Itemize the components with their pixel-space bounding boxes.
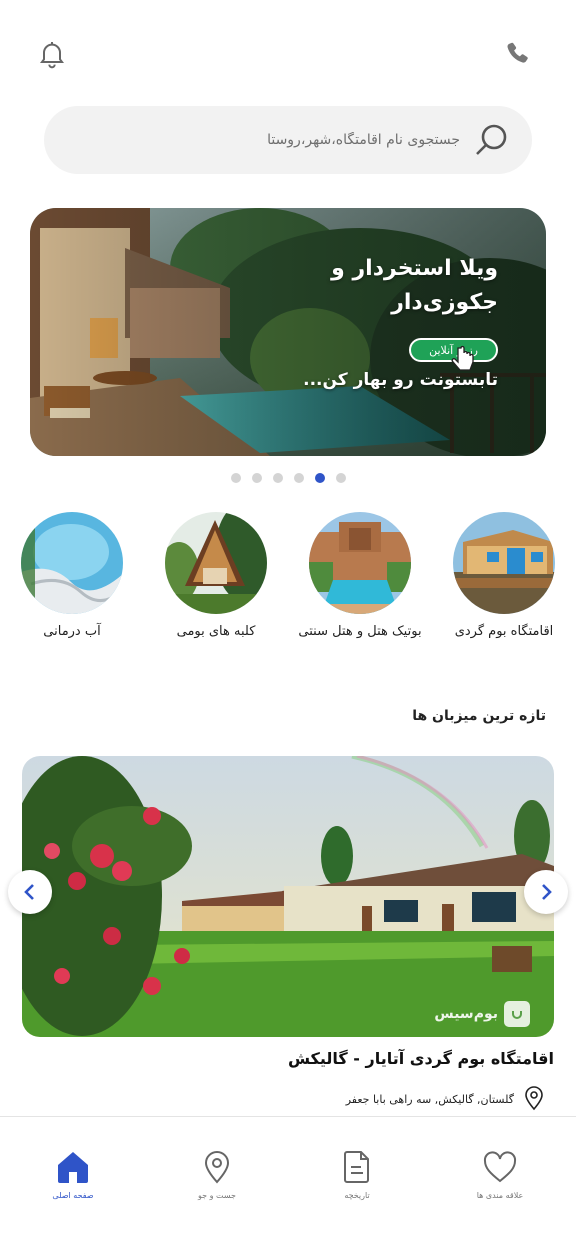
bottom-navigation: صفحه اصلی جست و جو تاریخچه علاقه مندی ها [0,1116,576,1233]
pager-dot[interactable] [293,473,304,483]
section-title: تازه ترین میزبان ها [412,708,546,724]
heart-icon [480,1147,520,1187]
category-label: آب درمانی [43,624,101,639]
host-photo [22,756,554,1037]
category-label: بوتیک هتل و هتل سنتی [298,624,422,639]
category-label: اقامتگاه بوم گردی [454,624,554,639]
nav-history-label: تاریخچه [344,1191,370,1200]
search-icon[interactable] [470,118,514,162]
category-eco-lodge[interactable]: اقامتگاه بوم گردی [434,512,574,639]
nav-home-label: صفحه اصلی [52,1191,94,1200]
category-hydrotherapy[interactable]: آب درمانی [2,512,142,639]
watermark-logo-icon [504,1001,530,1027]
banner-title: ویلا استخردار و جکوزی‌دار [331,256,498,315]
promo-banner[interactable]: ویلا استخردار و جکوزی‌دار رزرو آنلاین تا… [30,208,546,456]
phone-icon[interactable] [496,32,540,76]
search-bar[interactable] [44,106,532,174]
pager-dot-active[interactable] [314,473,325,483]
category-image [165,512,267,614]
host-location-text: گلستان, گالیکش, سه راهی بابا جعفر [345,1093,514,1106]
document-icon [337,1147,377,1187]
nav-search-label: جست و جو [198,1191,236,1200]
category-boutique-hotel[interactable]: بوتیک هتل و هتل سنتی [290,512,430,639]
pointer-hand-icon [450,344,476,374]
pager-dot[interactable] [251,473,262,483]
nav-history[interactable]: تاریخچه [307,1147,407,1200]
nav-home[interactable]: صفحه اصلی [23,1147,123,1200]
host-location: گلستان, گالیکش, سه راهی بابا جعفر [346,1085,546,1114]
location-pin-icon [197,1147,237,1187]
nav-favorites[interactable]: علاقه مندی ها [450,1147,550,1200]
pager-dot[interactable] [272,473,283,483]
category-local-cabins[interactable]: کلبه های بومی [146,512,286,639]
category-image [453,512,555,614]
top-bar [0,30,576,80]
category-image [21,512,123,614]
host-card-image[interactable]: بوم‌سیس [22,756,554,1037]
home-icon [53,1147,93,1187]
banner-pager [0,473,576,483]
category-label: کلبه های بومی [176,624,256,639]
previous-arrow-button[interactable] [8,870,52,914]
pager-dot[interactable] [335,473,346,483]
watermark: بوم‌سیس [434,1001,530,1027]
host-name[interactable]: اقامتگاه بوم گردی آتایار - گالیکش [288,1049,554,1068]
category-list: اقامتگاه بوم گردی بوتیک هتل و هتل سنتی ک… [0,512,576,652]
search-input[interactable] [100,132,460,148]
next-arrow-button[interactable] [524,870,568,914]
location-pin-icon [522,1085,546,1114]
category-image [309,512,411,614]
nav-search[interactable]: جست و جو [167,1147,267,1200]
bell-icon[interactable] [30,32,74,76]
nav-favorites-label: علاقه مندی ها [476,1191,524,1200]
watermark-text: بوم‌سیس [434,1006,498,1022]
pager-dot[interactable] [230,473,241,483]
